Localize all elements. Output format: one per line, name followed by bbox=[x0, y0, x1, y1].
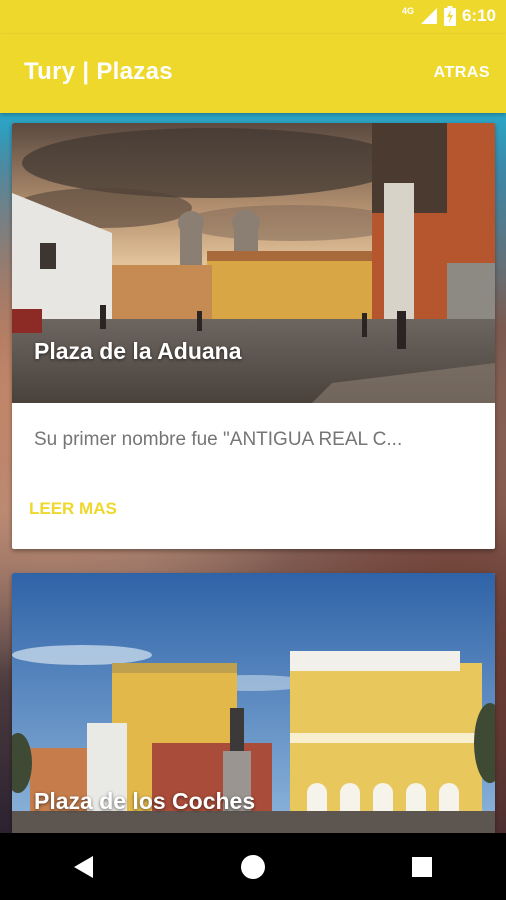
app-title: Tury | Plazas bbox=[24, 58, 173, 85]
back-icon bbox=[74, 855, 94, 878]
status-icons: 4G 6:10 bbox=[402, 6, 496, 26]
plaza-photo: Plaza de los Coches bbox=[12, 573, 495, 835]
nav-back-button[interactable] bbox=[54, 842, 114, 892]
network-type: 4G bbox=[401, 6, 414, 16]
status-bar: 4G 6:10 bbox=[0, 0, 506, 34]
plaza-title: Plaza de la Aduana bbox=[34, 338, 242, 364]
app-bar: Tury | Plazas ATRAS bbox=[0, 34, 506, 113]
clock: 6:10 bbox=[461, 6, 496, 25]
plaza-description: Su primer nombre fue "ANTIGUA REAL C... bbox=[34, 429, 403, 450]
back-button[interactable]: ATRAS bbox=[434, 64, 490, 82]
nav-home-button[interactable] bbox=[223, 842, 283, 892]
battery-charging-icon bbox=[443, 6, 456, 26]
recents-icon bbox=[411, 856, 432, 877]
plaza-title: Plaza de los Coches bbox=[34, 788, 256, 814]
home-icon bbox=[240, 854, 265, 879]
signal-icon bbox=[420, 8, 437, 24]
plaza-photo: Plaza de la Aduana bbox=[12, 123, 495, 403]
read-more-button[interactable]: LEER MAS bbox=[29, 499, 117, 519]
navigation-bar bbox=[0, 833, 506, 900]
plaza-card[interactable]: Plaza de los Coches bbox=[12, 573, 495, 835]
plaza-card[interactable]: Plaza de la Aduana Su primer nombre fue … bbox=[12, 123, 495, 549]
nav-recents-button[interactable] bbox=[392, 842, 452, 892]
